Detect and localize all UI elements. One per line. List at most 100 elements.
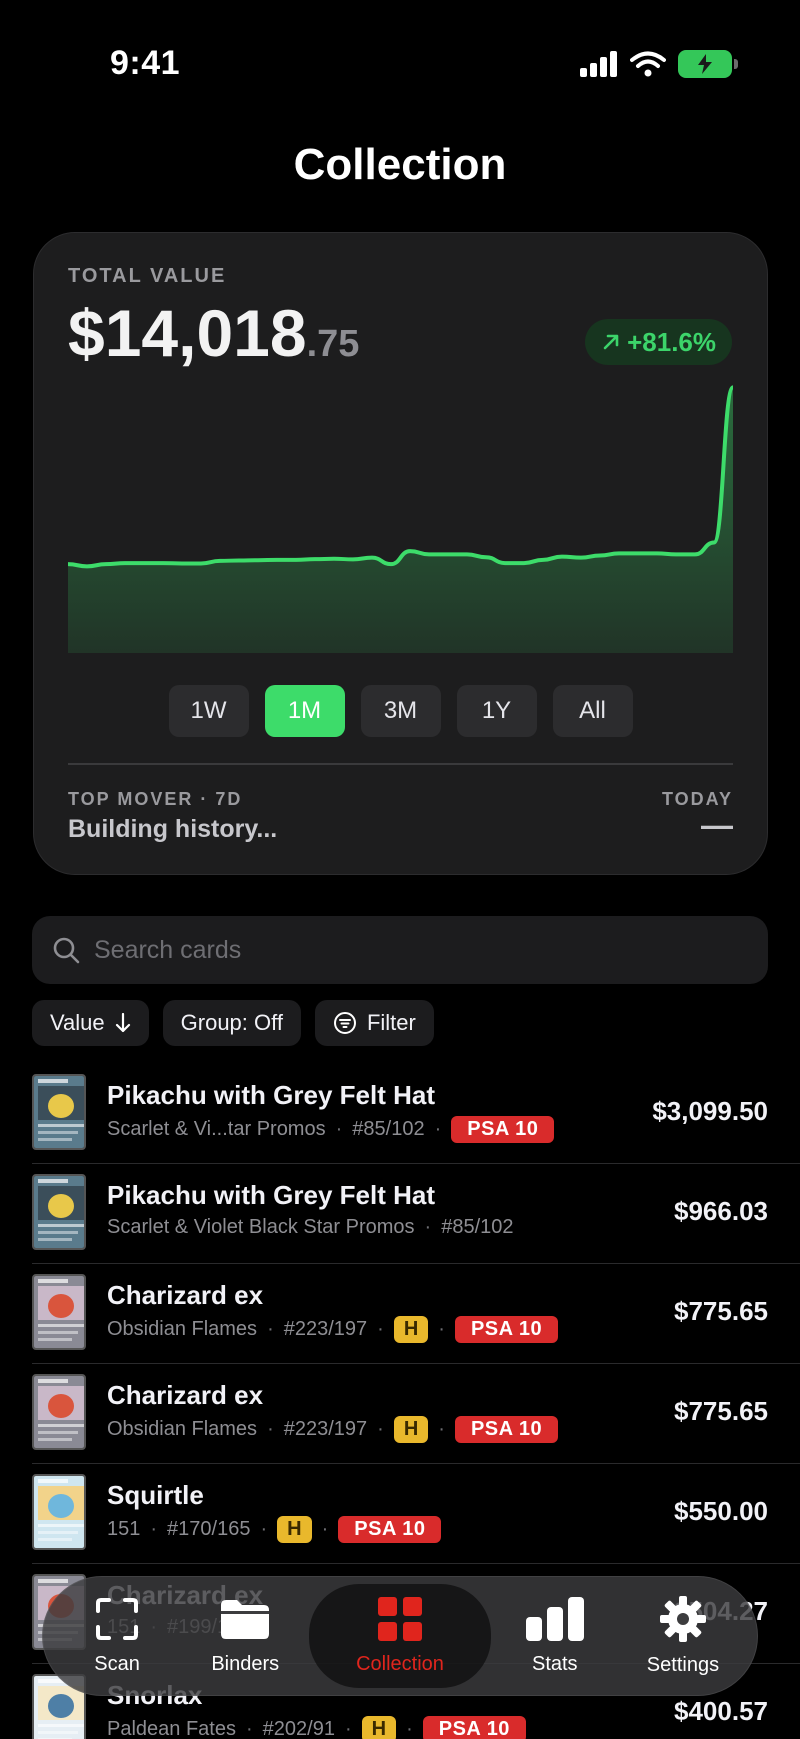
range-button-3m[interactable]: 3M	[360, 685, 441, 737]
chart-area	[68, 387, 733, 653]
card-set: Paldean Fates	[107, 1718, 236, 1739]
card-set: Obsidian Flames	[107, 1418, 258, 1440]
tab-stats[interactable]: Stats	[491, 1596, 619, 1676]
total-value-amount: $14,018.75	[68, 295, 359, 371]
range-button-1y[interactable]: 1Y	[456, 685, 537, 737]
total-value-label: TOTAL VALUE	[68, 265, 227, 287]
tab-label: Collection	[356, 1652, 444, 1675]
card-number: #223/197	[283, 1318, 368, 1340]
top-mover-value: Building history...	[68, 815, 278, 843]
holo-badge: H	[393, 1316, 429, 1343]
sort-chip[interactable]: Value	[32, 1000, 149, 1046]
range-button-1m[interactable]: 1M	[264, 685, 345, 737]
range-button-1w[interactable]: 1W	[168, 685, 249, 737]
filter-chip[interactable]: Filter	[314, 1000, 434, 1046]
card-name: Pikachu with Grey Felt Hat	[107, 1080, 435, 1110]
tab-settings[interactable]: Settings	[619, 1595, 747, 1677]
card-price: $775.65	[674, 1296, 768, 1326]
group-chip-label: Group: Off	[180, 1010, 283, 1035]
tab-label: Settings	[646, 1653, 720, 1676]
status-indicators	[580, 50, 738, 78]
card-thumbnail	[32, 1174, 86, 1250]
card-set: 151	[107, 1518, 141, 1540]
grade-badge: PSA 10	[422, 1716, 526, 1739]
sort-filter-chips: Value Group: Off Filter	[32, 1000, 434, 1046]
grade-badge: PSA 10	[454, 1416, 559, 1443]
search-input[interactable]	[94, 935, 694, 965]
tab-label: Scan	[94, 1652, 140, 1675]
holo-badge: H	[393, 1416, 429, 1443]
group-chip[interactable]: Group: Off	[162, 1000, 301, 1046]
tab-bar: Scan Binders Collection Stats Settings	[42, 1576, 758, 1696]
card-price: $775.65	[674, 1396, 768, 1426]
chart-line	[68, 385, 733, 569]
card-row[interactable]: Charizard ex Obsidian Flames · #223/197 · H · P…	[32, 1264, 800, 1364]
arrow-up-right-icon	[603, 334, 619, 350]
page-title: Collection	[293, 140, 507, 189]
tab-label: Binders	[211, 1652, 280, 1675]
card-set: Scarlet & Violet Black Star Promos	[107, 1216, 415, 1238]
card-meta: 151 · #170/165 · H · PSA 10	[107, 1516, 442, 1543]
search-bar[interactable]	[32, 916, 768, 984]
filter-chip-label: Filter	[366, 1010, 416, 1035]
tab-binders[interactable]: Binders	[181, 1597, 309, 1676]
card-number: #202/91	[262, 1718, 335, 1739]
card-row[interactable]: Squirtle 151 · #170/165 · H · PSA 10 $550.00	[32, 1464, 800, 1564]
card-divider	[68, 763, 733, 765]
grade-badge: PSA 10	[454, 1316, 559, 1343]
card-price: $400.57	[674, 1696, 768, 1726]
holo-badge: H	[277, 1516, 312, 1543]
card-name: Squirtle	[107, 1480, 204, 1510]
card-row[interactable]: Pikachu with Grey Felt Hat Scarlet & Vi..…	[32, 1064, 800, 1164]
bar-chart-icon	[525, 1596, 584, 1647]
wifi-icon	[630, 51, 666, 77]
card-number: #85/102	[441, 1216, 514, 1238]
top-mover-label: TOP MOVER · 7D	[68, 789, 243, 809]
status-bar: 9:41	[0, 0, 800, 120]
grid-icon	[378, 1596, 422, 1647]
value-chart	[68, 385, 733, 653]
card-meta: Obsidian Flames · #223/197 · H · PSA 10	[107, 1416, 559, 1443]
card-thumbnail	[32, 1374, 86, 1450]
card-number: #85/102	[352, 1118, 425, 1140]
sort-chip-label: Value	[50, 1010, 105, 1035]
card-price: $966.03	[674, 1196, 768, 1226]
card-meta: Paldean Fates · #202/91 · H · PSA 10	[107, 1716, 526, 1739]
filter-icon	[333, 1012, 356, 1034]
card-set: Obsidian Flames	[107, 1318, 258, 1340]
card-number: #223/197	[283, 1418, 368, 1440]
card-thumbnail	[32, 1474, 86, 1550]
total-value-cents: .75	[306, 323, 360, 365]
cellular-signal-icon	[580, 51, 617, 77]
range-selector: 1W 1M 3M 1Y All	[34, 685, 767, 737]
card-price: $3,099.50	[652, 1096, 768, 1126]
card-name: Charizard ex	[107, 1380, 264, 1410]
battery-icon	[678, 50, 738, 78]
card-meta: Obsidian Flames · #223/197 · H · PSA 10	[107, 1316, 559, 1343]
card-thumbnail	[32, 1274, 86, 1350]
card-number: #170/165	[167, 1518, 251, 1540]
grade-badge: PSA 10	[338, 1516, 442, 1543]
status-time: 9:41	[110, 44, 181, 82]
tab-collection[interactable]: Collection	[309, 1584, 491, 1688]
card-row[interactable]: Charizard ex Obsidian Flames · #223/197 · H · P…	[32, 1364, 800, 1464]
grade-badge: PSA 10	[451, 1116, 555, 1143]
holo-badge: H	[361, 1716, 397, 1739]
search-icon	[53, 937, 80, 964]
scan-icon	[95, 1597, 139, 1647]
change-badge: +81.6%	[585, 319, 732, 365]
today-value: —	[701, 807, 733, 843]
card-meta: Scarlet & Vi...tar Promos · #85/102 · PSA 10	[107, 1116, 555, 1143]
total-value-dollars: $14,018	[68, 296, 307, 370]
gear-icon	[659, 1595, 706, 1648]
card-name: Charizard ex	[107, 1280, 264, 1310]
card-name: Pikachu with Grey Felt Hat	[107, 1180, 435, 1210]
range-button-all[interactable]: All	[552, 685, 633, 737]
card-row[interactable]: Pikachu with Grey Felt Hat Scarlet & Viol…	[32, 1164, 800, 1264]
tab-scan[interactable]: Scan	[53, 1597, 181, 1676]
card-set: Scarlet & Vi...tar Promos	[107, 1118, 326, 1140]
arrow-down-icon	[115, 1013, 130, 1033]
total-value-card: TOTAL VALUE $14,018.75 +81.6% 1W 1M 3M 1Y Al…	[33, 232, 768, 875]
card-price: $550.00	[674, 1496, 768, 1526]
tab-label: Stats	[531, 1652, 578, 1675]
